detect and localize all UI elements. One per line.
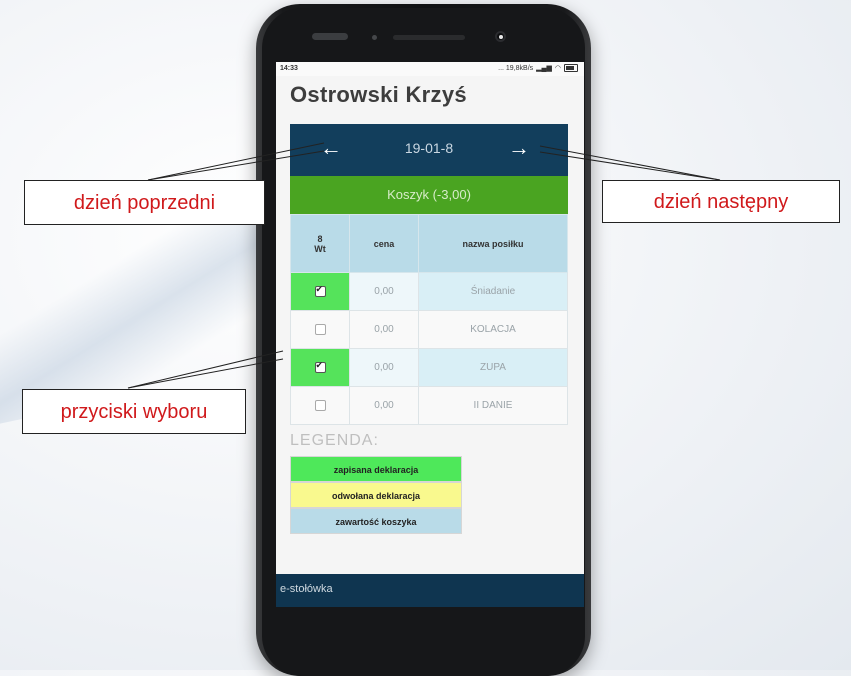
callout-next-day: dzień następny [602, 180, 840, 223]
prev-day-pointer-line [147, 150, 325, 181]
next-day-pointer-line [539, 151, 721, 181]
callout-choice-buttons: przyciski wyboru [22, 389, 246, 434]
prev-day-pointer-line [147, 142, 325, 181]
annotation-lines [127, 142, 721, 389]
choice-buttons-pointer-line [127, 350, 284, 389]
callout-previous-day: dzień poprzedni [24, 180, 265, 225]
choice-buttons-pointer-line [127, 358, 284, 389]
next-day-pointer-line [539, 145, 721, 181]
